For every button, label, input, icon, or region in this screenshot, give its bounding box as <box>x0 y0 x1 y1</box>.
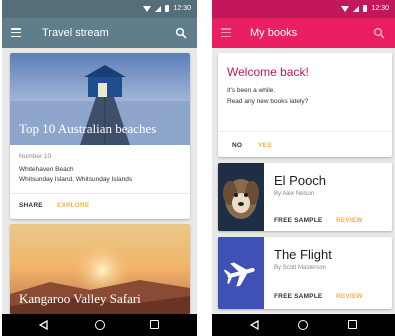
review-button[interactable]: REVIEW <box>336 293 363 300</box>
free-sample-button[interactable]: FREE SAMPLE <box>274 293 322 300</box>
explore-button[interactable]: EXPLORE <box>57 202 89 209</box>
recent-apps-icon[interactable] <box>150 320 159 329</box>
app-title: My books <box>250 27 298 39</box>
menu-icon[interactable] <box>11 28 21 37</box>
menu-icon[interactable] <box>221 28 231 37</box>
battery-icon <box>165 5 170 12</box>
card-title: Kangaroo Valley Safari <box>19 291 141 306</box>
home-icon[interactable] <box>298 320 308 330</box>
status-bar: 12:30 <box>2 0 197 18</box>
home-icon[interactable] <box>95 320 105 330</box>
free-sample-button[interactable]: FREE SAMPLE <box>274 217 322 224</box>
welcome-card: Welcome back! It's been a while. Read an… <box>218 53 392 157</box>
battery-icon <box>363 5 368 12</box>
divider <box>218 131 392 132</box>
share-button[interactable]: SHARE <box>19 202 43 209</box>
recent-apps-icon[interactable] <box>348 320 357 329</box>
no-button[interactable]: NO <box>232 142 242 149</box>
app-title: Travel stream <box>42 27 109 39</box>
welcome-line-1: It's been a while. <box>227 87 276 94</box>
beaches-card[interactable]: Top 10 Australian beaches Number 10 Whit… <box>10 53 190 219</box>
airplane-icon <box>218 237 264 309</box>
book-title: El Pooch <box>274 173 327 188</box>
search-icon[interactable] <box>373 27 385 39</box>
card-title: Top 10 Australian beaches <box>19 121 157 136</box>
status-time: 12:30 <box>173 5 191 12</box>
navigation-bar <box>212 314 395 336</box>
beach-photo: Top 10 Australian beaches <box>10 53 190 145</box>
wifi-icon <box>341 5 350 12</box>
welcome-heading: Welcome back! <box>227 65 309 79</box>
book-title: The Flight <box>274 247 332 262</box>
app-bar: Travel stream <box>2 18 197 48</box>
book-card[interactable]: El Pooch By Alex Nelson FREE SAMPLE REVI… <box>218 163 392 231</box>
book-author: By Scott Masterson <box>274 265 327 271</box>
app-bar: My books <box>212 18 395 48</box>
wifi-icon <box>143 5 152 12</box>
welcome-line-2: Read any new books lately? <box>227 98 309 105</box>
search-icon[interactable] <box>175 27 187 39</box>
back-icon[interactable] <box>250 320 260 330</box>
signal-icon <box>353 5 360 12</box>
status-bar: 12:30 <box>212 0 395 18</box>
divider <box>10 193 190 194</box>
status-time: 12:30 <box>371 5 389 12</box>
safari-photo: Kangaroo Valley Safari <box>10 224 190 320</box>
book-card[interactable]: The Flight By Scott Masterson FREE SAMPL… <box>218 237 392 309</box>
my-books-screen: 12:30 My books Welcome back! It's been a… <box>212 0 395 336</box>
book-author: By Alex Nelson <box>274 191 315 197</box>
safari-card[interactable]: Kangaroo Valley Safari <box>10 224 190 320</box>
navigation-bar <box>2 314 197 336</box>
back-icon[interactable] <box>39 320 49 330</box>
place-name: Whitehaven Beach <box>19 166 74 173</box>
dog-photo <box>218 163 264 231</box>
signal-icon <box>155 5 162 12</box>
number-label: Number 10 <box>19 153 52 160</box>
travel-stream-screen: 12:30 Travel stream Top 10 Australian be… <box>2 0 197 336</box>
review-button[interactable]: REVIEW <box>336 217 363 224</box>
yes-button[interactable]: YES <box>258 142 272 149</box>
place-location: Whitsunday Island, Whitsunday Islands <box>19 176 133 183</box>
